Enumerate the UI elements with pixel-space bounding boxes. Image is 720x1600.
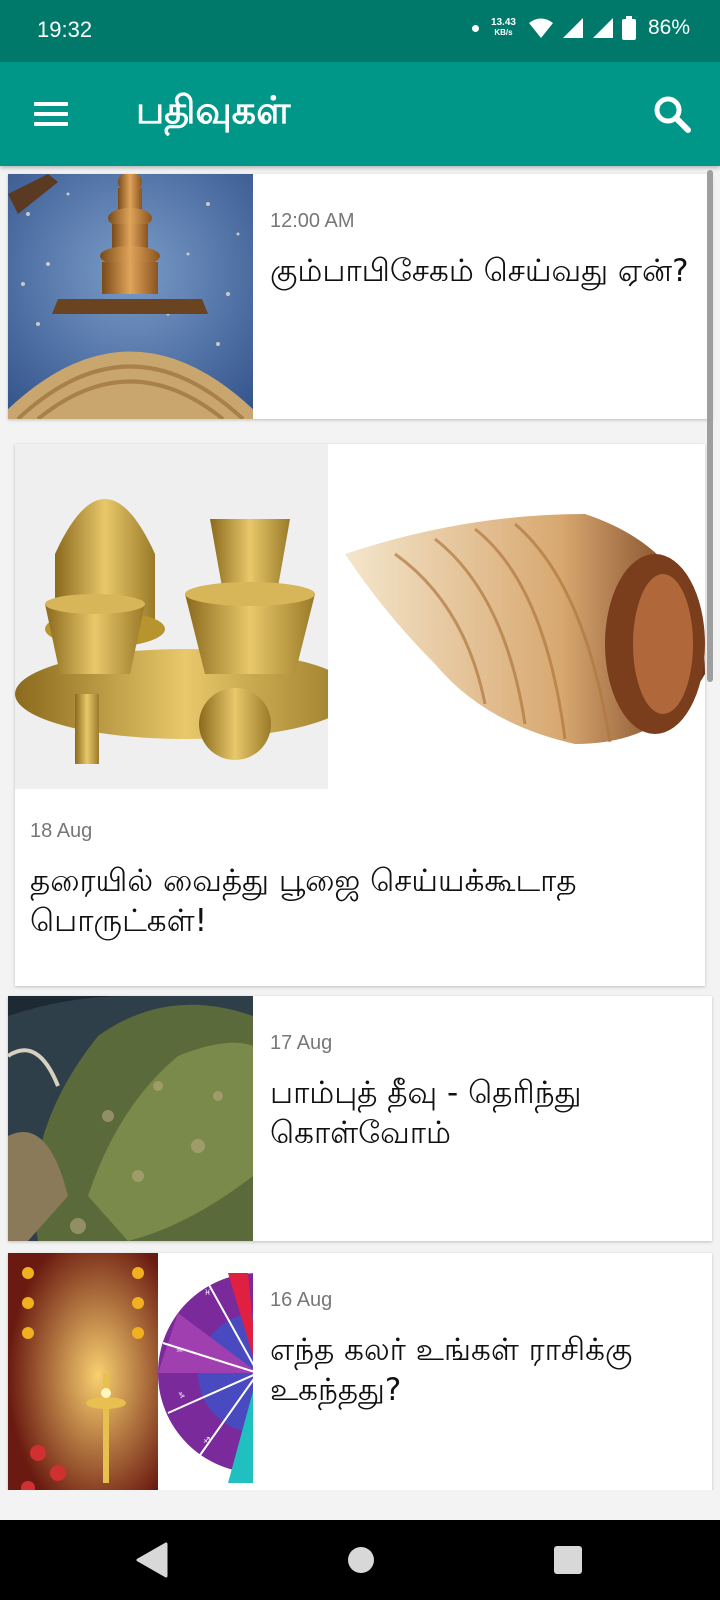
svg-text:♓: ♓ — [204, 1288, 211, 1297]
status-icons: 13.43 KB/s 86% — [471, 16, 690, 40]
post-date: 12:00 AM — [270, 210, 355, 232]
post-date: 18 Aug — [30, 820, 93, 842]
signal-icon — [592, 18, 613, 38]
post-card[interactable]: 17 Aug பாம்புத் தீவு - தெரிந்து கொள்வோம் — [8, 996, 712, 1241]
system-nav-bar — [0, 1520, 720, 1600]
recents-icon — [554, 1546, 582, 1574]
post-thumbnail — [8, 174, 253, 419]
svg-text:♒: ♒ — [176, 1346, 183, 1355]
battery-icon — [621, 16, 636, 40]
post-meta: 16 Aug எந்த கலர் உங்கள் ராசிக்கு உகந்தது… — [270, 1289, 692, 1410]
signal-icon — [562, 18, 583, 38]
post-meta: 17 Aug பாம்புத் தீவு - தெரிந்து கொள்வோம் — [270, 1032, 692, 1153]
post-card[interactable]: ♓ ♒ ♑ ♐ 16 Aug எந்த கலர் உங்கள் ராசிக்கு உக… — [8, 1253, 712, 1490]
svg-text:♐: ♐ — [203, 1436, 210, 1445]
recents-button[interactable] — [552, 1542, 584, 1582]
post-thumbnail: ♓ ♒ ♑ ♐ — [8, 1253, 253, 1490]
post-hero-image — [15, 444, 705, 789]
network-speed-unit: KB/s — [494, 28, 513, 37]
back-button[interactable] — [134, 1542, 168, 1582]
post-title: பாம்புத் தீவு - தெரிந்து கொள்வோம் — [270, 1075, 582, 1151]
search-icon — [654, 96, 691, 133]
post-title: கும்பாபிசேகம் செய்வது ஏன்? — [270, 253, 689, 289]
page-title: பதிவுகள் — [136, 88, 291, 132]
battery-percent: 86% — [647, 16, 690, 39]
menu-button[interactable] — [30, 96, 72, 132]
search-button[interactable] — [650, 92, 694, 136]
post-date: 17 Aug — [270, 1032, 333, 1054]
home-icon — [348, 1547, 374, 1573]
network-speed-value: 13.43 — [490, 17, 516, 28]
wifi-icon — [528, 18, 553, 38]
notification-dot-icon — [471, 24, 479, 32]
status-time: 19:32 — [37, 17, 93, 42]
scrollbar[interactable] — [707, 170, 713, 682]
network-speed: 13.43 KB/s — [491, 18, 516, 38]
back-icon — [136, 1542, 168, 1578]
post-title: தரையில் வைத்து பூஜை செய்யக்கூடாத பொருட்க… — [30, 863, 577, 939]
post-title: எந்த கலர் உங்கள் ராசிக்கு உகந்தது? — [270, 1332, 633, 1408]
app-bar: பதிவுகள் — [0, 62, 720, 166]
svg-text:♑: ♑ — [178, 1391, 185, 1400]
post-date: 16 Aug — [270, 1289, 333, 1311]
post-thumbnail — [8, 996, 253, 1241]
home-button[interactable] — [346, 1542, 376, 1582]
featured-post-card[interactable]: 18 Aug தரையில் வைத்து பூஜை செய்யக்கூடாத … — [15, 444, 705, 986]
post-meta: 12:00 AM கும்பாபிசேகம் செய்வது ஏன்? — [270, 210, 692, 291]
post-card[interactable]: 12:00 AM கும்பாபிசேகம் செய்வது ஏன்? — [8, 174, 712, 419]
post-list[interactable]: 12:00 AM கும்பாபிசேகம் செய்வது ஏன்? 18 A… — [0, 166, 720, 1490]
post-meta: 18 Aug தரையில் வைத்து பூஜை செய்யக்கூடாத … — [30, 820, 685, 941]
status-bar: 19:32 13.43 KB/s 86% — [0, 0, 720, 62]
